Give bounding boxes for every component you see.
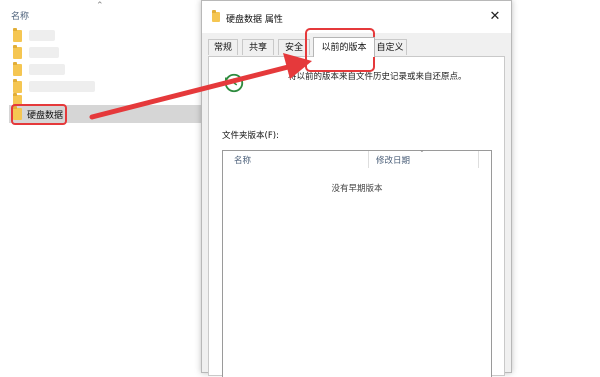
annotation-arrow-icon	[89, 53, 312, 120]
tab-previous-versions[interactable]: 以前的版本	[313, 37, 375, 57]
